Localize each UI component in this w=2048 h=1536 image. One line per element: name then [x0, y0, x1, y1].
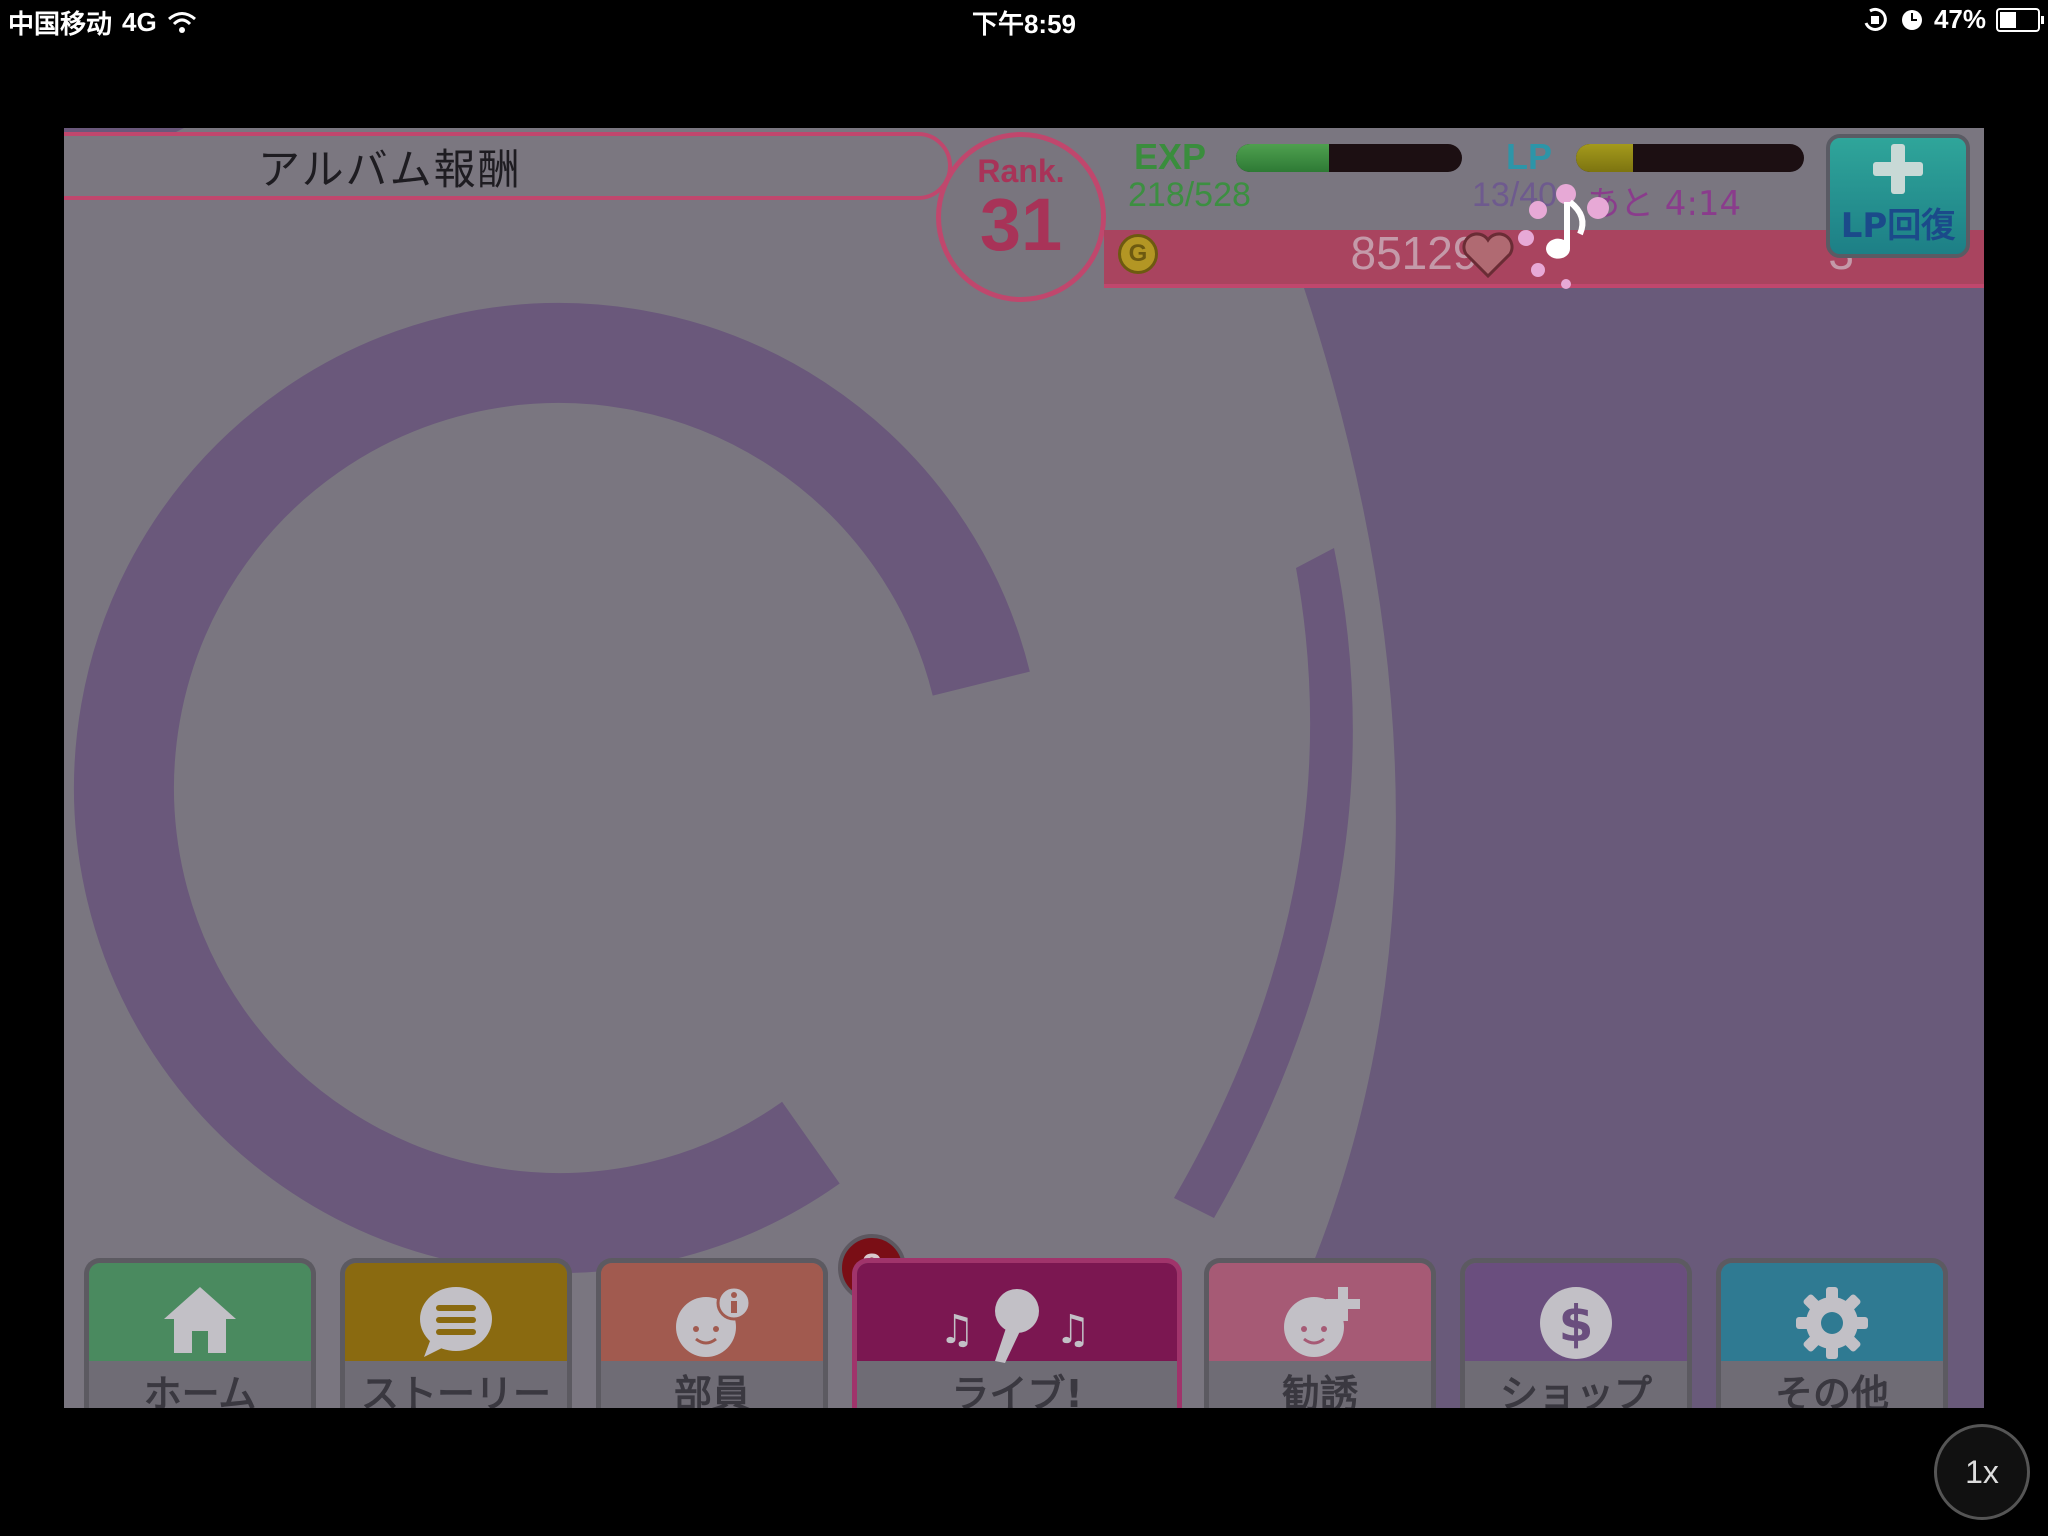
nav-scout-button[interactable]: 勧誘 [1204, 1258, 1436, 1408]
gear-icon [1796, 1287, 1868, 1359]
page-title: アルバム報酬 [64, 132, 952, 200]
background-graphic [64, 128, 1984, 1408]
rank-badge: Rank. 31 [936, 132, 1106, 302]
nav-scout-label: 勧誘 [1281, 1372, 1358, 1408]
dollar-icon: $ [1540, 1287, 1612, 1359]
nav-home-label: ホーム [143, 1372, 257, 1408]
nav-other-button[interactable]: その他 [1716, 1258, 1948, 1408]
nav-story-label: ストーリー [360, 1372, 551, 1408]
home-icon [164, 1287, 236, 1353]
battery-percent: 47% [1933, 4, 1986, 34]
nav-live-button[interactable]: ♫ ♫ ライブ! [852, 1258, 1182, 1408]
battery-icon [1996, 7, 2044, 32]
exp-label: EXP [1134, 136, 1207, 177]
svg-text:♫: ♫ [1055, 1307, 1091, 1353]
nav-shop-label: ショップ [1499, 1372, 1652, 1408]
coin-icon: G [1118, 234, 1158, 274]
alarm-icon [1901, 9, 1922, 30]
nav-members-label: 部員 [673, 1372, 750, 1408]
microphone-icon: ♫ ♫ [939, 1289, 1091, 1363]
plus-icon [1873, 144, 1923, 194]
lp-recover-button[interactable]: LP回復 [1826, 134, 1970, 258]
add-member-icon [1284, 1287, 1360, 1357]
svg-text:♫: ♫ [939, 1307, 975, 1353]
nav-shop-button[interactable]: $ ショップ [1460, 1258, 1692, 1408]
member-icon [676, 1285, 752, 1357]
nav-home-button[interactable]: ホーム [84, 1258, 316, 1408]
nav-other-label: その他 [1774, 1372, 1889, 1408]
exp-value: 218/528 [1128, 176, 1251, 214]
money-value: 851290 [1350, 227, 1505, 279]
speed-toggle-button[interactable]: 1x [1934, 1424, 2030, 1520]
music-note-icon [1518, 184, 1609, 289]
chat-icon [420, 1287, 492, 1357]
nav-members-button[interactable]: 部員 [596, 1258, 828, 1408]
lp-recover-label: LP回復 [1840, 206, 1956, 246]
nav-story-button[interactable]: ストーリー [340, 1258, 572, 1408]
rank-value: 31 [979, 183, 1063, 266]
rotation-lock-icon [1864, 7, 1887, 31]
status-bar: 中国移动 4G 下午8:59 47% [0, 0, 2048, 40]
svg-text:$: $ [1559, 1295, 1594, 1353]
exp-bar [1236, 144, 1462, 172]
game-screen[interactable]: アルバム報酬 Rank. 31 EXP 218/528 LP 13/40 あと … [64, 128, 1984, 1408]
clock: 下午8:59 [971, 9, 1077, 39]
nav-live-label: ライブ! [951, 1372, 1083, 1408]
